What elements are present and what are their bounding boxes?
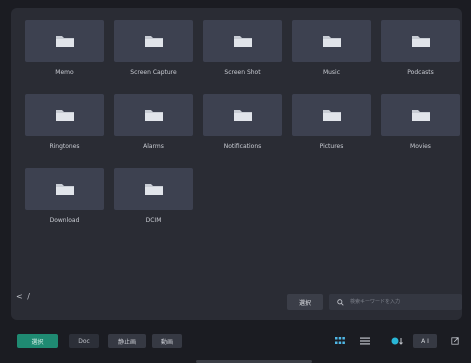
search-input[interactable] — [348, 298, 462, 306]
folder-label: Notifications — [223, 143, 262, 150]
folder-item[interactable]: Memo — [20, 20, 109, 85]
folder-thumbnail — [114, 94, 193, 136]
folder-label: Music — [322, 69, 341, 76]
folder-item[interactable]: DCIM — [109, 168, 198, 233]
folder-label: Pictures — [319, 143, 344, 150]
folder-item[interactable]: Movies — [376, 94, 465, 159]
folder-item[interactable]: Alarms — [109, 94, 198, 159]
tab-doc[interactable]: Doc — [69, 334, 99, 348]
folder-item[interactable]: Notifications — [198, 94, 287, 159]
folder-icon — [144, 184, 163, 195]
folder-item[interactable]: Podcasts — [376, 20, 465, 85]
folder-label: Screen Capture — [130, 69, 177, 76]
folder-thumbnail — [203, 20, 282, 62]
folder-icon — [233, 36, 252, 47]
folder-thumbnail — [381, 20, 460, 62]
folder-panel: Memo Screen Capture Screen Shot Music Po… — [11, 8, 462, 320]
folder-icon — [233, 110, 252, 121]
folder-item[interactable]: Download — [20, 168, 109, 233]
folder-icon — [322, 110, 341, 121]
tab-video[interactable]: 動画 — [152, 334, 182, 348]
search-icon — [337, 298, 344, 306]
open-external-button[interactable] — [448, 334, 462, 348]
folder-label: Download — [49, 217, 80, 224]
sort-button[interactable] — [388, 334, 408, 348]
folder-label: DCIM — [145, 217, 162, 224]
ai-button[interactable]: A I — [413, 334, 437, 348]
folder-thumbnail — [203, 94, 282, 136]
folder-item[interactable]: Pictures — [287, 94, 376, 159]
folder-label: Podcasts — [407, 69, 434, 76]
folder-icon — [55, 110, 74, 121]
folder-item[interactable]: Music — [287, 20, 376, 85]
folder-item[interactable]: Ringtones — [20, 94, 109, 159]
folder-thumbnail — [114, 20, 193, 62]
folder-label: Screen Shot — [224, 69, 261, 76]
list-icon — [360, 337, 370, 345]
folder-icon — [55, 36, 74, 47]
open-external-icon — [451, 337, 459, 345]
folder-thumbnail — [25, 20, 104, 62]
folder-grid: Memo Screen Capture Screen Shot Music Po… — [20, 20, 462, 233]
folder-icon — [144, 36, 163, 47]
folder-thumbnail — [381, 94, 460, 136]
folder-thumbnail — [292, 94, 371, 136]
grid-icon — [335, 337, 345, 344]
grid-view-button[interactable] — [331, 334, 349, 348]
folder-thumbnail — [25, 94, 104, 136]
folder-label: Movies — [410, 143, 431, 150]
tab-still-image[interactable]: 静止画 — [108, 334, 146, 348]
folder-label: Alarms — [143, 143, 164, 150]
tab-selected[interactable]: 選択 — [17, 334, 58, 348]
folder-item[interactable]: Screen Shot — [198, 20, 287, 85]
folder-icon — [411, 36, 430, 47]
folder-icon — [144, 110, 163, 121]
folder-label: Memo — [55, 69, 74, 76]
folder-label: Ringtones — [49, 143, 80, 150]
folder-item[interactable]: Screen Capture — [109, 20, 198, 85]
path-nav[interactable]: < / — [16, 292, 31, 301]
sort-icon — [391, 337, 403, 345]
select-button[interactable]: 選択 — [287, 294, 323, 310]
folder-icon — [322, 36, 341, 47]
list-view-button[interactable] — [356, 334, 374, 348]
folder-icon — [55, 184, 74, 195]
folder-thumbnail — [25, 168, 104, 210]
search-box[interactable] — [329, 294, 462, 310]
file-browser-screen: Memo Screen Capture Screen Shot Music Po… — [0, 0, 471, 363]
folder-thumbnail — [114, 168, 193, 210]
folder-thumbnail — [292, 20, 371, 62]
folder-icon — [411, 110, 430, 121]
